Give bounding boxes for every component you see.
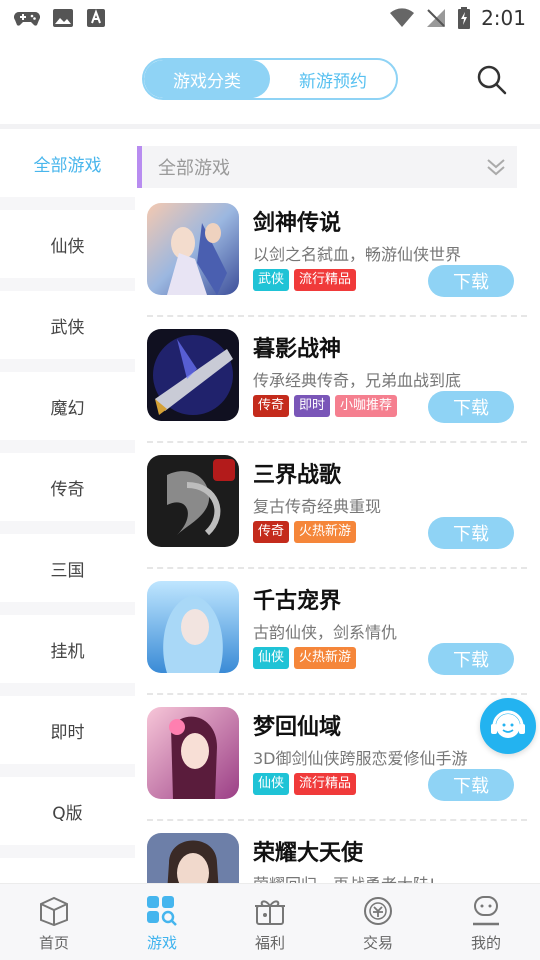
sidebar-item-three-kingdoms[interactable]: 三国: [0, 534, 135, 602]
filter-label: 全部游戏: [158, 158, 230, 179]
game-title: 荣耀大天使: [253, 841, 364, 866]
gift-icon: [255, 900, 285, 925]
download-button[interactable]: 下载: [428, 643, 514, 675]
nav-games[interactable]: 游戏: [108, 884, 216, 960]
download-button[interactable]: 下载: [428, 265, 514, 297]
no-signal-icon: [427, 9, 446, 27]
image-icon: [53, 9, 73, 27]
game-icon: [147, 329, 239, 421]
list-item[interactable]: 三界战歌 复古传奇经典重现 传奇 火热新游 下载: [147, 443, 527, 569]
game-tags: 传奇 即时 小咖推荐: [253, 395, 398, 417]
sidebar-item-xianxia[interactable]: 仙侠: [0, 210, 135, 278]
status-bar: 2:01: [0, 0, 540, 36]
game-title: 三界战歌: [253, 463, 342, 488]
list-item[interactable]: 千古宠界 古韵仙侠，剑系情仇 仙侠 火热新游 下载: [147, 569, 527, 695]
game-title: 暮影战神: [253, 337, 342, 362]
list-item[interactable]: 荣耀大天使 荣耀回归，再战勇者大陆!: [147, 821, 527, 883]
sidebar-item-fantasy[interactable]: 魔幻: [0, 372, 135, 440]
tag: 仙侠: [253, 773, 290, 795]
nav-mine[interactable]: 我的: [432, 884, 540, 960]
tag: 仙侠: [253, 647, 290, 669]
sidebar-item-wuxia[interactable]: 武侠: [0, 291, 135, 359]
search-icon[interactable]: [474, 62, 510, 98]
tag: 小咖推荐: [335, 395, 398, 417]
tag: 火热新游: [294, 521, 357, 543]
download-button[interactable]: 下载: [428, 517, 514, 549]
tab-new-game-reservation[interactable]: 新游预约: [270, 60, 396, 98]
headset-icon: [491, 710, 525, 738]
segmented-tabs: 游戏分类 新游预约: [142, 58, 398, 100]
tab-game-category[interactable]: 游戏分类: [144, 60, 270, 98]
tag: 传奇: [253, 395, 290, 417]
exchange-icon: [364, 897, 392, 925]
nav-trade[interactable]: 交易: [324, 884, 432, 960]
grid-search-icon: [147, 896, 177, 926]
game-tags: 武侠 流行精品: [253, 269, 357, 291]
tag: 流行精品: [294, 269, 357, 291]
game-icon: [147, 707, 239, 799]
sidebar-item-legend[interactable]: 传奇: [0, 453, 135, 521]
wifi-icon: [390, 8, 415, 27]
game-tags: 仙侠 火热新游: [253, 647, 357, 669]
game-icon: [147, 455, 239, 547]
game-description: 以剑之名弑血，畅游仙侠世界: [253, 245, 462, 264]
customer-service-button[interactable]: [480, 698, 536, 754]
list-item[interactable]: 暮影战神 传承经典传奇，兄弟血战到底 传奇 即时 小咖推荐 下载: [147, 317, 527, 443]
nav-welfare[interactable]: 福利: [216, 884, 324, 960]
tag: 流行精品: [294, 773, 357, 795]
download-button[interactable]: 下载: [428, 769, 514, 801]
double-chevron-down-icon: [487, 159, 505, 176]
list-item[interactable]: 梦回仙域 3D御剑仙侠跨服恋爱修仙手游 仙侠 流行精品 下载: [147, 695, 527, 821]
sidebar-item-idle[interactable]: 挂机: [0, 615, 135, 683]
game-description: 荣耀回归，再战勇者大陆!: [253, 871, 491, 883]
download-button[interactable]: 下载: [428, 391, 514, 423]
tag: 火热新游: [294, 647, 357, 669]
nav-label: 游戏: [146, 934, 177, 952]
box-icon: [40, 896, 68, 926]
tag: 武侠: [253, 269, 290, 291]
sidebar-item-card[interactable]: 卡牌: [0, 858, 135, 883]
profile-icon: [473, 896, 499, 926]
clock: 2:01: [481, 6, 526, 30]
game-title: 千古宠界: [253, 589, 342, 614]
game-description: 3D御剑仙侠跨服恋爱修仙手游: [253, 749, 468, 768]
sidebar-item-realtime[interactable]: 即时: [0, 696, 135, 764]
battery-charging-icon: [458, 7, 471, 29]
game-icon: [147, 833, 239, 883]
nav-label: 首页: [38, 934, 69, 952]
filter-dropdown[interactable]: 全部游戏: [137, 146, 517, 188]
category-sidebar: 全部游戏 仙侠 武侠 魔幻 传奇 三国 挂机 即时 Q版 卡牌: [0, 129, 135, 883]
tag: 传奇: [253, 521, 290, 543]
game-title: 梦回仙域: [253, 715, 342, 740]
list-item[interactable]: 剑神传说 以剑之名弑血，畅游仙侠世界 武侠 流行精品 下载: [147, 191, 527, 317]
bottom-nav: 首页 游戏 福利 交易 我的: [0, 883, 540, 960]
nav-home[interactable]: 首页: [0, 884, 108, 960]
tag: 即时: [294, 395, 331, 417]
game-title: 剑神传说: [253, 211, 342, 236]
game-description: 古韵仙侠，剑系情仇: [253, 623, 398, 642]
font-a-icon: [87, 9, 105, 27]
nav-label: 交易: [362, 934, 393, 952]
nav-label: 福利: [254, 934, 285, 952]
game-tags: 仙侠 流行精品: [253, 773, 357, 795]
game-icon: [147, 203, 239, 295]
game-description: 复古传奇经典重现: [253, 497, 382, 516]
sidebar-item-all-games[interactable]: 全部游戏: [0, 129, 135, 197]
game-tags: 传奇 火热新游: [253, 521, 357, 543]
sidebar-item-q-style[interactable]: Q版: [0, 777, 135, 845]
nav-label: 我的: [470, 934, 501, 952]
game-description: 传承经典传奇，兄弟血战到底: [253, 371, 462, 390]
header: 游戏分类 新游预约: [0, 36, 540, 126]
game-icon: [147, 581, 239, 673]
gamepad-icon: [14, 12, 40, 26]
game-list: 全部游戏 剑神传说 以剑之名弑血，畅游仙侠世界 武侠 流行精品 下载 暮影战神 …: [135, 129, 540, 883]
